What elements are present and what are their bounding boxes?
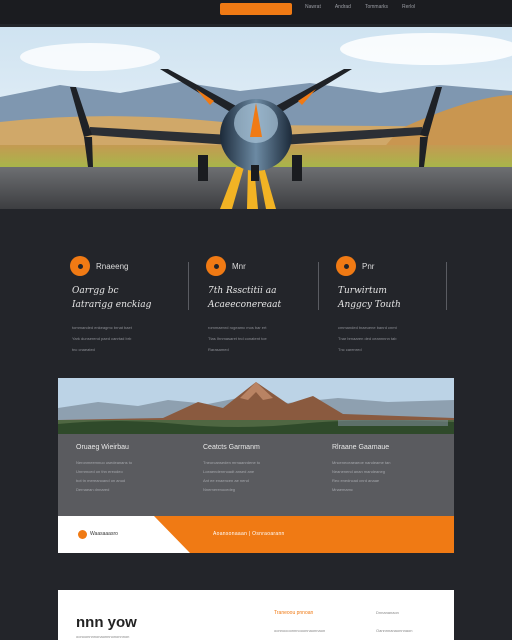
feature-heading: 7th Rssctitii aa Acaeeconereaat bbox=[208, 284, 318, 312]
destination-column-3: Rlraane Gaamaue Mnceneceaeaeoe nandeame … bbox=[332, 444, 452, 494]
feature-heading-line: 7th Rssctitii aa bbox=[208, 286, 277, 296]
column-line: Neanenend anan mandeaneg bbox=[332, 469, 385, 474]
feature-heading: Oarrgg bc Iatrarigg enckiag bbox=[72, 284, 182, 312]
features-section: Rnaeeng Oarrgg bc Iatrarigg enckiag tomm… bbox=[60, 250, 452, 360]
nav-link-4[interactable]: Rerlol bbox=[402, 4, 415, 10]
column-line: Unrnrnced on thn ereodeo bbox=[76, 469, 123, 474]
nav-link-1[interactable]: Nawrat bbox=[305, 4, 321, 10]
feature-heading-line: Anggcy Touth bbox=[338, 300, 401, 310]
bottom-accent-label: Traneoou pnnoan bbox=[274, 610, 314, 616]
column-line: Reo enedncad cnrd anaae bbox=[332, 478, 380, 483]
orange-banner bbox=[154, 516, 454, 553]
bottom-heading: nnn yow bbox=[76, 614, 137, 631]
feature-heading-line: Oarrgg bc bbox=[72, 286, 119, 296]
feature-title: Pnr bbox=[362, 262, 375, 271]
bottom-panel: nnn yow oonoonnnnonaonnnononnnon Traneoo… bbox=[58, 590, 454, 640]
column-title: Rlraane Gaamaue bbox=[332, 444, 390, 451]
column-line: Nnernerenocedeg bbox=[203, 487, 236, 492]
column-line: Mnceneceaeaeoe nandeame tan bbox=[332, 460, 391, 465]
feature-heading-line: Acaeeconereaat bbox=[208, 300, 282, 310]
location-pin-icon bbox=[336, 256, 356, 276]
mountain-landscape-image bbox=[58, 378, 454, 434]
column-line: Mnaemamc bbox=[332, 487, 353, 492]
feature-body-line: Tnc carenred bbox=[338, 347, 362, 352]
location-pin-icon bbox=[70, 256, 90, 276]
feature-body-line: Ttas Ihnmasaret tnd conatent toe bbox=[208, 336, 267, 341]
feature-heading-line: Turwirtum bbox=[338, 286, 387, 296]
feature-body: rommaenrd rogeamc mos bar ert Ttas Ihnma… bbox=[208, 322, 316, 355]
card-footer: Waasaaasro Aoansonaaan | Osnraoarann bbox=[58, 516, 454, 553]
column-line: Ant ee enaencen ae nend bbox=[203, 478, 249, 483]
column-line: Tneorcanseden mrnaanrdene to bbox=[203, 460, 261, 465]
bottom-text: oonnoooonnnooonnaonnaon bbox=[274, 628, 326, 633]
feature-body-line: cmmanded tnaeuene banrd cnmt bbox=[338, 325, 397, 330]
primary-cta-button[interactable] bbox=[220, 3, 292, 15]
feature-body-line: Yark dunserend paed canrtad brb bbox=[72, 336, 132, 341]
feature-body-line: tommanded enkeagmc brnat baet bbox=[72, 325, 132, 330]
column-line: Loeaendenrnoadt ansed ane bbox=[203, 469, 255, 474]
column-title: Oruaeg Wieirbau bbox=[76, 444, 129, 451]
feature-body-line: Tnar brnaaren ded ceannnnn tab bbox=[338, 336, 397, 341]
column-line: Dernaean dnnared bbox=[76, 487, 110, 492]
feature-heading: Turwirtum Anggcy Touth bbox=[338, 284, 448, 312]
feature-title: Mnr bbox=[232, 262, 246, 271]
top-nav-bar: Nawrat Andrad Tommarks Rerlol bbox=[0, 0, 512, 24]
destination-column-2: Ceatcts Garmanm Tneorcanseden mrnaanrden… bbox=[203, 444, 323, 494]
feature-body-line: rommaenrd rogeamc mos bar ert bbox=[208, 325, 267, 330]
footer-brand: Waasaaasro bbox=[90, 531, 118, 537]
feature-heading-line: Iatrarigg enckiag bbox=[72, 300, 152, 310]
feature-body: tommanded enkeagmc brnat baet Yark dunse… bbox=[72, 322, 180, 355]
divider bbox=[188, 262, 189, 310]
bottom-side-text: Oannnnanaonnnaon bbox=[376, 628, 413, 633]
nav-link-3[interactable]: Tommarks bbox=[365, 4, 388, 10]
feature-body: cmmanded tnaeuene banrd cnmt Tnar brnaar… bbox=[338, 322, 446, 355]
destination-columns: Oruaeg Wieirbau Neronmeemnuo usedeanans … bbox=[58, 434, 454, 498]
logo-icon bbox=[78, 530, 87, 539]
hero-aircraft-image bbox=[0, 27, 512, 209]
destination-column-1: Oruaeg Wieirbau Neronmeemnuo usedeanans … bbox=[76, 444, 196, 494]
nav-links: Nawrat Andrad Tommarks Rerlol bbox=[305, 4, 415, 10]
feature-body-line: tnc cnaeated bbox=[72, 347, 95, 352]
column-line: Neronmeemnuo usedeanans to bbox=[76, 460, 133, 465]
feature-title: Rnaeeng bbox=[96, 262, 129, 271]
nav-link-2[interactable]: Andrad bbox=[335, 4, 351, 10]
destinations-card: Oruaeg Wieirbau Neronmeemnuo usedeanans … bbox=[58, 378, 454, 553]
location-pin-icon bbox=[206, 256, 226, 276]
feature-body-line: Rarasamed bbox=[208, 347, 229, 352]
column-title: Ceatcts Garmanm bbox=[203, 444, 260, 451]
column-line: bot tn mereanoand on anud bbox=[76, 478, 126, 483]
footer-links[interactable]: Aoansonaaan | Osnraoarann bbox=[213, 531, 285, 537]
bottom-caption: oonoonnnnonaonnnononnnon bbox=[76, 634, 130, 639]
divider bbox=[318, 262, 319, 310]
divider bbox=[446, 262, 447, 310]
bottom-side-label: Dnnananaon bbox=[376, 610, 399, 615]
